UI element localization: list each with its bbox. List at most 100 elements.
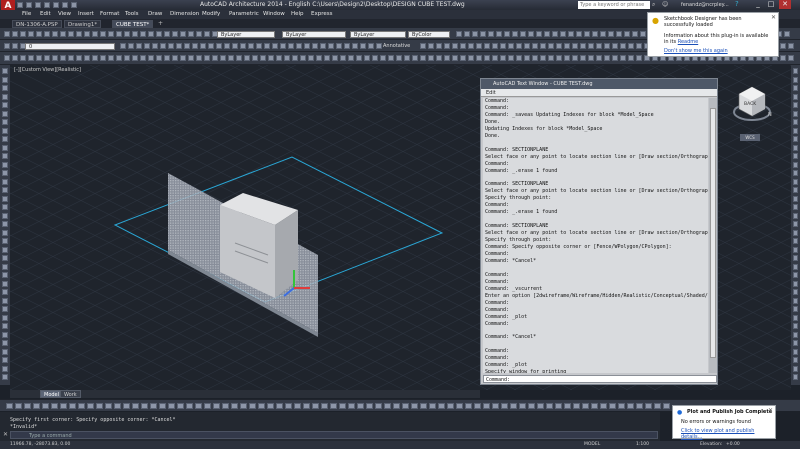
tool-icon[interactable]	[2, 374, 8, 380]
menu-format[interactable]: Format	[100, 11, 119, 17]
toolbar-button-icon[interactable]	[393, 403, 400, 409]
toolbar-button-icon[interactable]	[6, 403, 13, 409]
toolbar-button-icon[interactable]	[296, 43, 302, 49]
tool-icon[interactable]	[793, 161, 798, 168]
toolbar-button-icon[interactable]	[580, 55, 586, 61]
toolbar-button-icon[interactable]	[612, 55, 618, 61]
toolbar-button-icon[interactable]	[456, 403, 463, 409]
doc-tab-active[interactable]: CUBE TEST*	[112, 20, 154, 28]
tool-icon[interactable]	[793, 272, 798, 278]
toolbar-button-icon[interactable]	[438, 403, 445, 409]
toolbar-button-icon[interactable]	[596, 55, 602, 61]
tool-icon[interactable]	[2, 161, 8, 168]
toolbar-button-icon[interactable]	[528, 31, 534, 37]
toolbar-button-icon[interactable]	[272, 43, 278, 49]
coordinate-readout[interactable]: 11966.78, -28073.83, 0.00	[10, 441, 70, 449]
toolbar-button-icon[interactable]	[784, 31, 790, 37]
toolbar-button-icon[interactable]	[508, 55, 514, 61]
toolbar-button-icon[interactable]	[592, 31, 598, 37]
wcs-menu[interactable]: WCS	[740, 134, 760, 141]
toolbar-button-icon[interactable]	[172, 31, 178, 37]
toolbar-button-icon[interactable]	[476, 55, 482, 61]
tool-icon[interactable]	[2, 76, 8, 83]
toolbar-button-icon[interactable]	[36, 55, 42, 61]
toolbar-button-icon[interactable]	[180, 31, 186, 37]
tool-icon[interactable]	[793, 144, 798, 151]
toolbar-button-icon[interactable]	[136, 43, 142, 49]
tool-icon[interactable]	[2, 272, 8, 278]
tool-icon[interactable]	[2, 195, 8, 202]
annotation-scale[interactable]: 1:100	[636, 441, 649, 449]
tool-icon[interactable]	[2, 144, 8, 151]
toolbar-button-icon[interactable]	[240, 43, 246, 49]
tool-icon[interactable]	[2, 170, 8, 176]
toolbar-button-icon[interactable]	[444, 43, 450, 49]
text-window[interactable]: AutoCAD Text Window - CUBE TEST.dwg Edit…	[480, 78, 718, 385]
tool-icon[interactable]	[2, 331, 8, 338]
tool-icon[interactable]	[793, 68, 798, 74]
toolbar-button-icon[interactable]	[540, 55, 546, 61]
tool-icon[interactable]	[2, 153, 8, 159]
toolbar-button-icon[interactable]	[564, 43, 570, 49]
toolbar-button-icon[interactable]	[560, 31, 566, 37]
user-icon[interactable]: ☺	[662, 1, 668, 8]
tool-icon[interactable]	[2, 85, 8, 91]
toolbar-button-icon[interactable]	[500, 55, 506, 61]
toolbar-button-icon[interactable]	[285, 403, 292, 409]
toolbar-button-icon[interactable]	[588, 55, 594, 61]
toolbar-button-icon[interactable]	[28, 55, 34, 61]
toolbar-button-icon[interactable]	[436, 43, 442, 49]
toolbar-button-icon[interactable]	[580, 43, 586, 49]
toolbar-button-icon[interactable]	[564, 403, 571, 409]
toolbar-button-icon[interactable]	[376, 43, 382, 49]
toolbar-button-icon[interactable]	[92, 31, 98, 37]
toolbar-button-icon[interactable]	[573, 403, 580, 409]
toolbar-button-icon[interactable]	[224, 43, 230, 49]
toolbar-button-icon[interactable]	[276, 55, 282, 61]
tool-icon[interactable]	[793, 238, 798, 244]
toolbar-button-icon[interactable]	[519, 403, 526, 409]
plotstyle-combo[interactable]: ByColor	[408, 31, 450, 38]
toolbar-button-icon[interactable]	[44, 31, 50, 37]
toolbar-button-icon[interactable]	[388, 55, 394, 61]
tool-icon[interactable]	[793, 280, 798, 287]
toolbar-button-icon[interactable]	[51, 403, 58, 409]
toolbar-button-icon[interactable]	[69, 403, 76, 409]
text-window-command-input[interactable]: Command:	[483, 375, 717, 383]
toolbar-button-icon[interactable]	[96, 403, 103, 409]
tool-icon[interactable]	[793, 348, 798, 355]
toolbar-button-icon[interactable]	[544, 31, 550, 37]
toolbar-button-icon[interactable]	[357, 403, 364, 409]
saveas-icon[interactable]	[44, 2, 50, 8]
tool-icon[interactable]	[2, 297, 8, 304]
toolbar-button-icon[interactable]	[572, 55, 578, 61]
redo-icon[interactable]	[71, 2, 77, 8]
toolbar-button-icon[interactable]	[628, 43, 634, 49]
toolbar-button-icon[interactable]	[176, 43, 182, 49]
toolbar-button-icon[interactable]	[536, 31, 542, 37]
toolbar-button-icon[interactable]	[12, 43, 18, 49]
toolbar-button-icon[interactable]	[252, 55, 258, 61]
tool-icon[interactable]	[2, 178, 8, 185]
toolbar-button-icon[interactable]	[468, 55, 474, 61]
tool-icon[interactable]	[793, 127, 798, 134]
toolbar-button-icon[interactable]	[512, 31, 518, 37]
toolbar-button-icon[interactable]	[320, 43, 326, 49]
toolbar-button-icon[interactable]	[204, 55, 210, 61]
toolbar-button-icon[interactable]	[624, 31, 630, 37]
toolbar-button-icon[interactable]	[484, 55, 490, 61]
toolbar-button-icon[interactable]	[488, 31, 494, 37]
tool-icon[interactable]	[793, 365, 798, 372]
toolbar-button-icon[interactable]	[132, 55, 138, 61]
toolbar-button-icon[interactable]	[336, 43, 342, 49]
toolbar-button-icon[interactable]	[140, 31, 146, 37]
toolbar-button-icon[interactable]	[788, 43, 794, 49]
toolbar-button-icon[interactable]	[60, 403, 67, 409]
tool-icon[interactable]	[2, 314, 8, 321]
toolbar-button-icon[interactable]	[195, 403, 202, 409]
toolbar-button-icon[interactable]	[105, 403, 112, 409]
toolbar-button-icon[interactable]	[460, 55, 466, 61]
toolbar-button-icon[interactable]	[303, 403, 310, 409]
tool-icon[interactable]	[2, 136, 8, 142]
toolbar-button-icon[interactable]	[228, 55, 234, 61]
